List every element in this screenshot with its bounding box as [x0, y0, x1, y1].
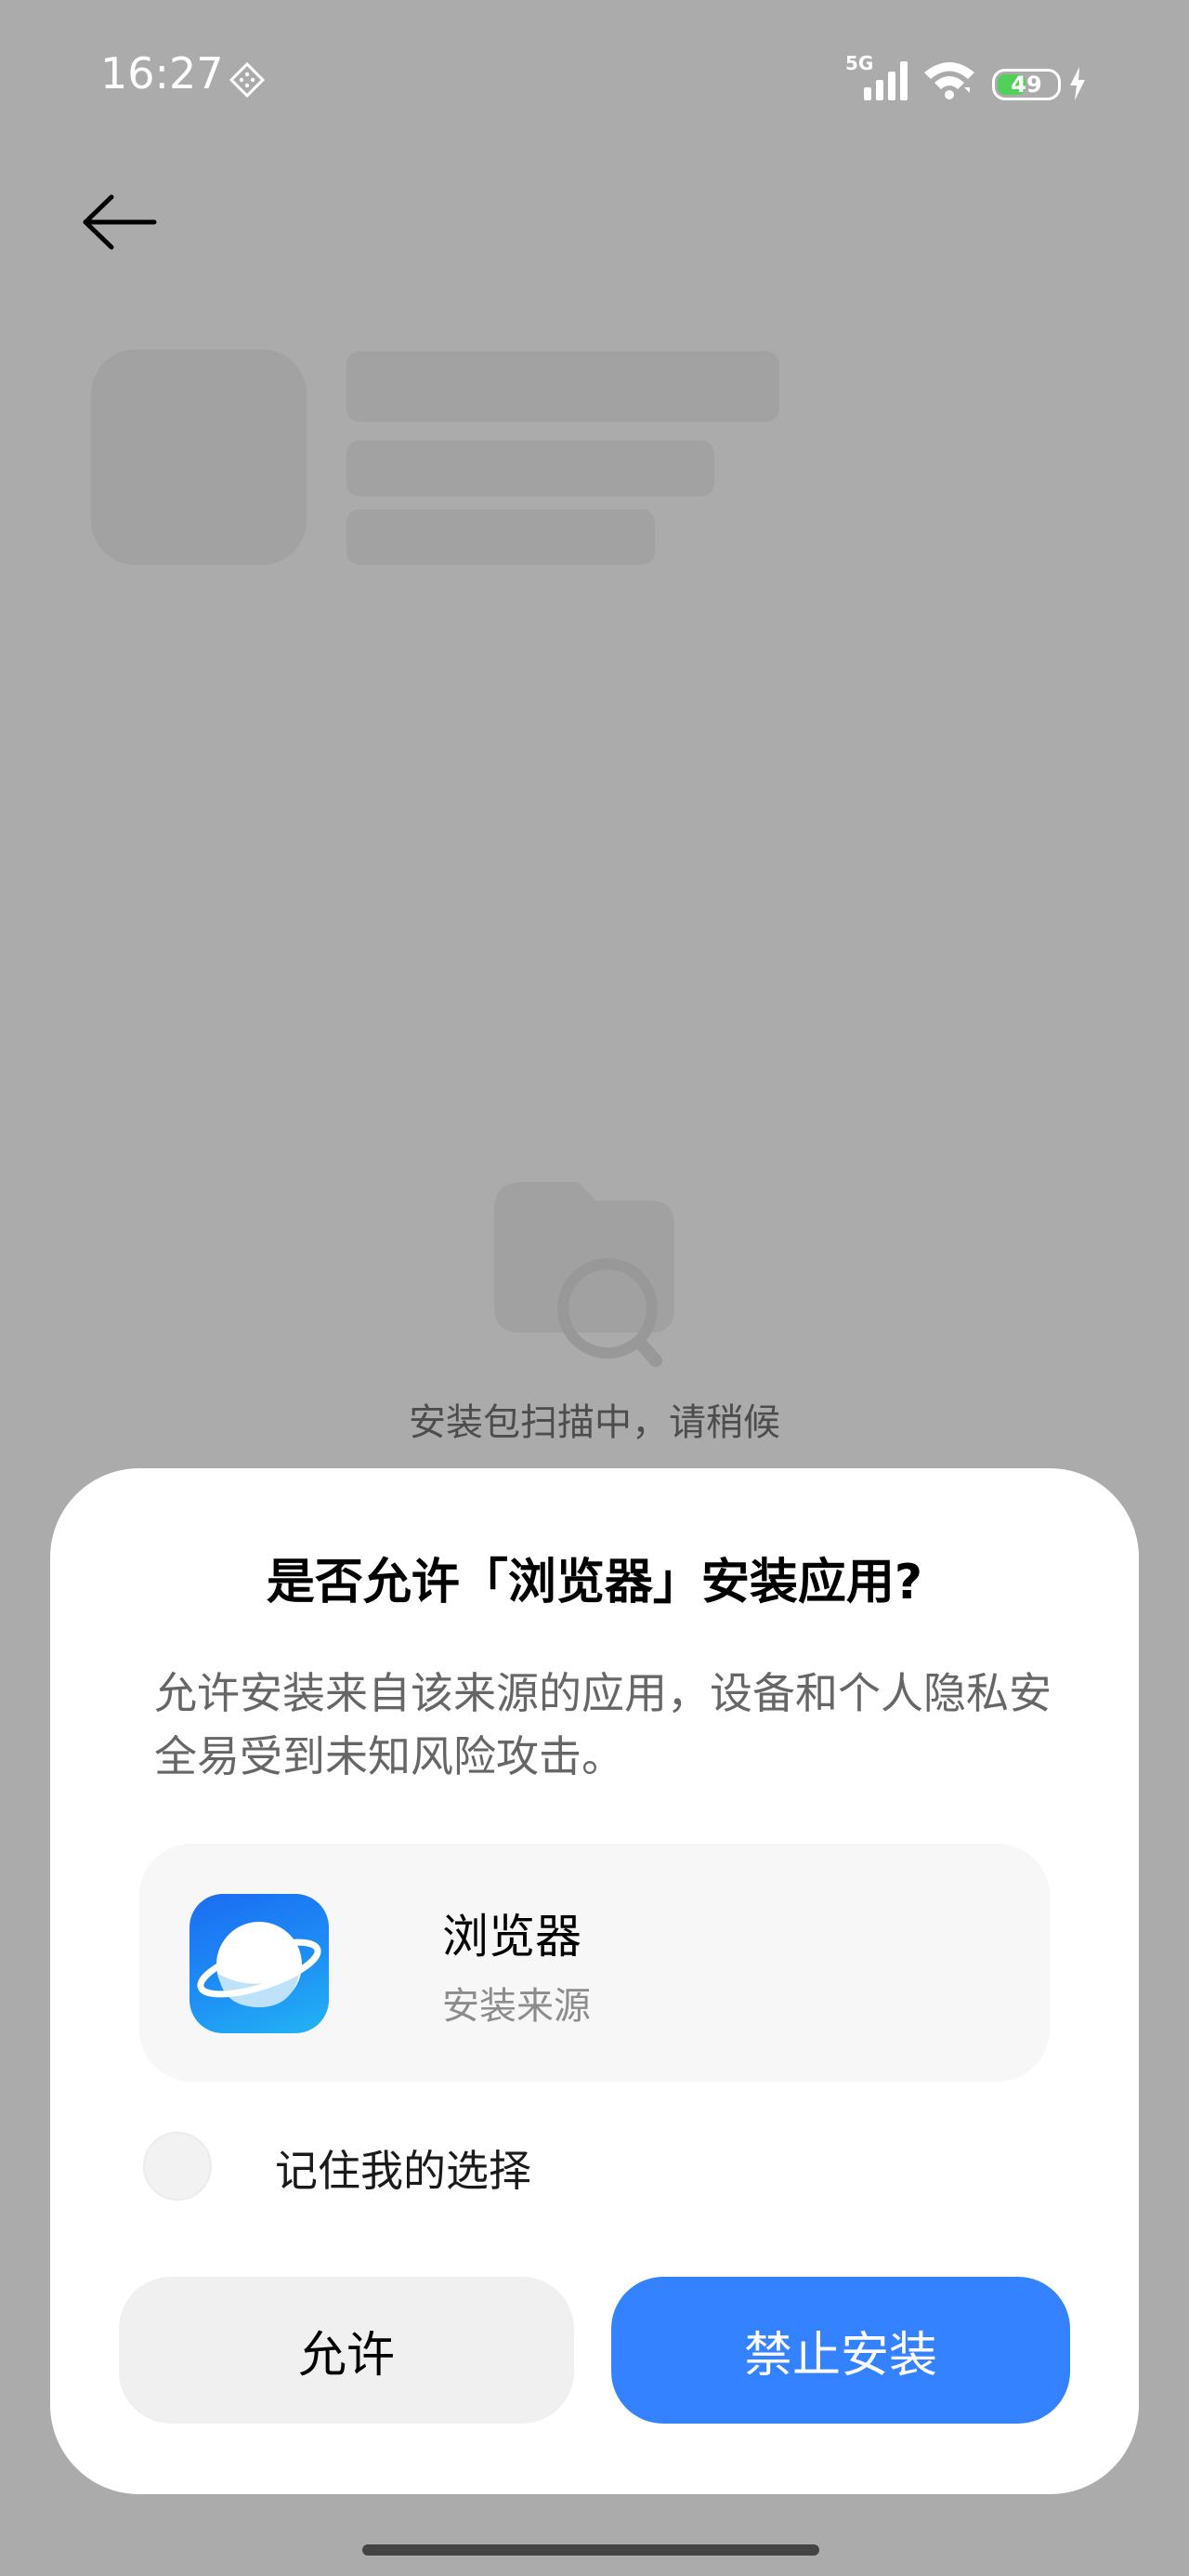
notification-app-icon [229, 61, 266, 99]
title-placeholder [346, 351, 779, 422]
remember-choice-checkbox[interactable] [143, 2132, 212, 2201]
battery-icon: 49 [992, 69, 1061, 100]
status-time: 16:27 [100, 48, 224, 99]
subtitle-placeholder [346, 440, 714, 496]
folder-search-icon [494, 1182, 674, 1367]
install-permission-dialog: 是否允许「浏览器」安装应用? 允许安装来自该来源的应用，设备和个人隐私安全易受到… [50, 1468, 1139, 2494]
status-icons: 5G 49 [845, 52, 1087, 100]
home-indicator[interactable] [362, 2544, 819, 2556]
detail-placeholder [346, 509, 655, 565]
cellular-signal-icon: 5G [845, 52, 914, 100]
wifi-icon [924, 62, 974, 99]
dialog-title: 是否允许「浏览器」安装应用? [266, 1555, 923, 1610]
app-name: 浏览器 [442, 1910, 581, 1964]
dialog-message: 允许安装来自该来源的应用，设备和个人隐私安全易受到未知风险攻击。 [154, 1668, 1052, 1781]
scan-status-text: 安装包扫描中，请稍候 [409, 1401, 780, 1444]
back-arrow-icon[interactable] [80, 191, 158, 253]
source-app-card: 浏览器 安装来源 [139, 1844, 1050, 2082]
browser-planet-icon [189, 1894, 329, 2033]
charging-bolt-icon [1070, 67, 1085, 100]
deny-install-button[interactable]: 禁止安装 [611, 2277, 1070, 2424]
battery-percent: 49 [1011, 72, 1042, 98]
app-source-label: 安装来源 [442, 1985, 591, 2028]
allow-button[interactable]: 允许 [119, 2277, 574, 2424]
app-icon-placeholder [91, 349, 307, 565]
remember-choice-label[interactable]: 记住我的选择 [275, 2137, 531, 2199]
